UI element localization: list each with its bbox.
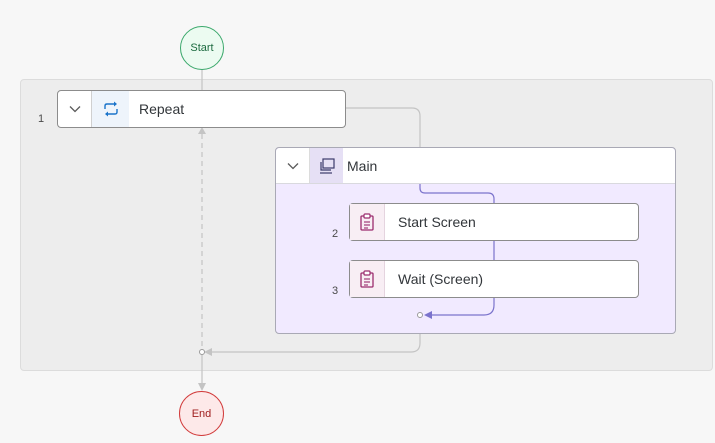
step-number-start-screen: 2	[332, 228, 339, 240]
start-screen-step-node[interactable]: Start Screen	[349, 203, 639, 241]
chevron-down-icon	[287, 162, 298, 169]
connector-repeat-to-main	[346, 107, 421, 147]
connector-end-arrow	[198, 383, 206, 391]
start-screen-label: Start Screen	[398, 214, 476, 230]
repeat-icon	[92, 91, 129, 127]
loop-back-arrow-up	[198, 127, 206, 134]
connector-dot-join	[199, 349, 205, 355]
repeat-step-node[interactable]: Repeat	[57, 90, 346, 128]
repeat-collapse-toggle[interactable]	[58, 91, 92, 127]
connector-dot-main-end	[417, 312, 423, 318]
end-node[interactable]: End	[179, 391, 224, 436]
repeat-label: Repeat	[139, 101, 185, 117]
workflow-canvas: Start End 1 Repeat Main 2 Start Screen 3…	[0, 0, 715, 443]
main-group-header[interactable]: Main	[276, 148, 675, 184]
step-number-repeat: 1	[38, 113, 45, 125]
main-collapse-toggle[interactable]	[276, 148, 310, 183]
start-label: Start	[190, 42, 214, 54]
screens-icon	[310, 148, 343, 183]
wait-screen-step-node[interactable]: Wait (Screen)	[349, 260, 639, 298]
connector-join-arrow	[204, 348, 212, 356]
start-node[interactable]: Start	[180, 26, 224, 70]
step-number-wait-screen: 3	[332, 285, 339, 297]
connector-main-inner-arrow	[424, 311, 432, 319]
clipboard-icon	[350, 261, 385, 297]
chevron-down-icon	[69, 106, 80, 113]
clipboard-icon	[350, 204, 385, 240]
wait-screen-label: Wait (Screen)	[398, 271, 484, 287]
connector-main-to-join	[212, 334, 421, 353]
main-label: Main	[347, 158, 378, 174]
end-label: End	[191, 407, 212, 420]
